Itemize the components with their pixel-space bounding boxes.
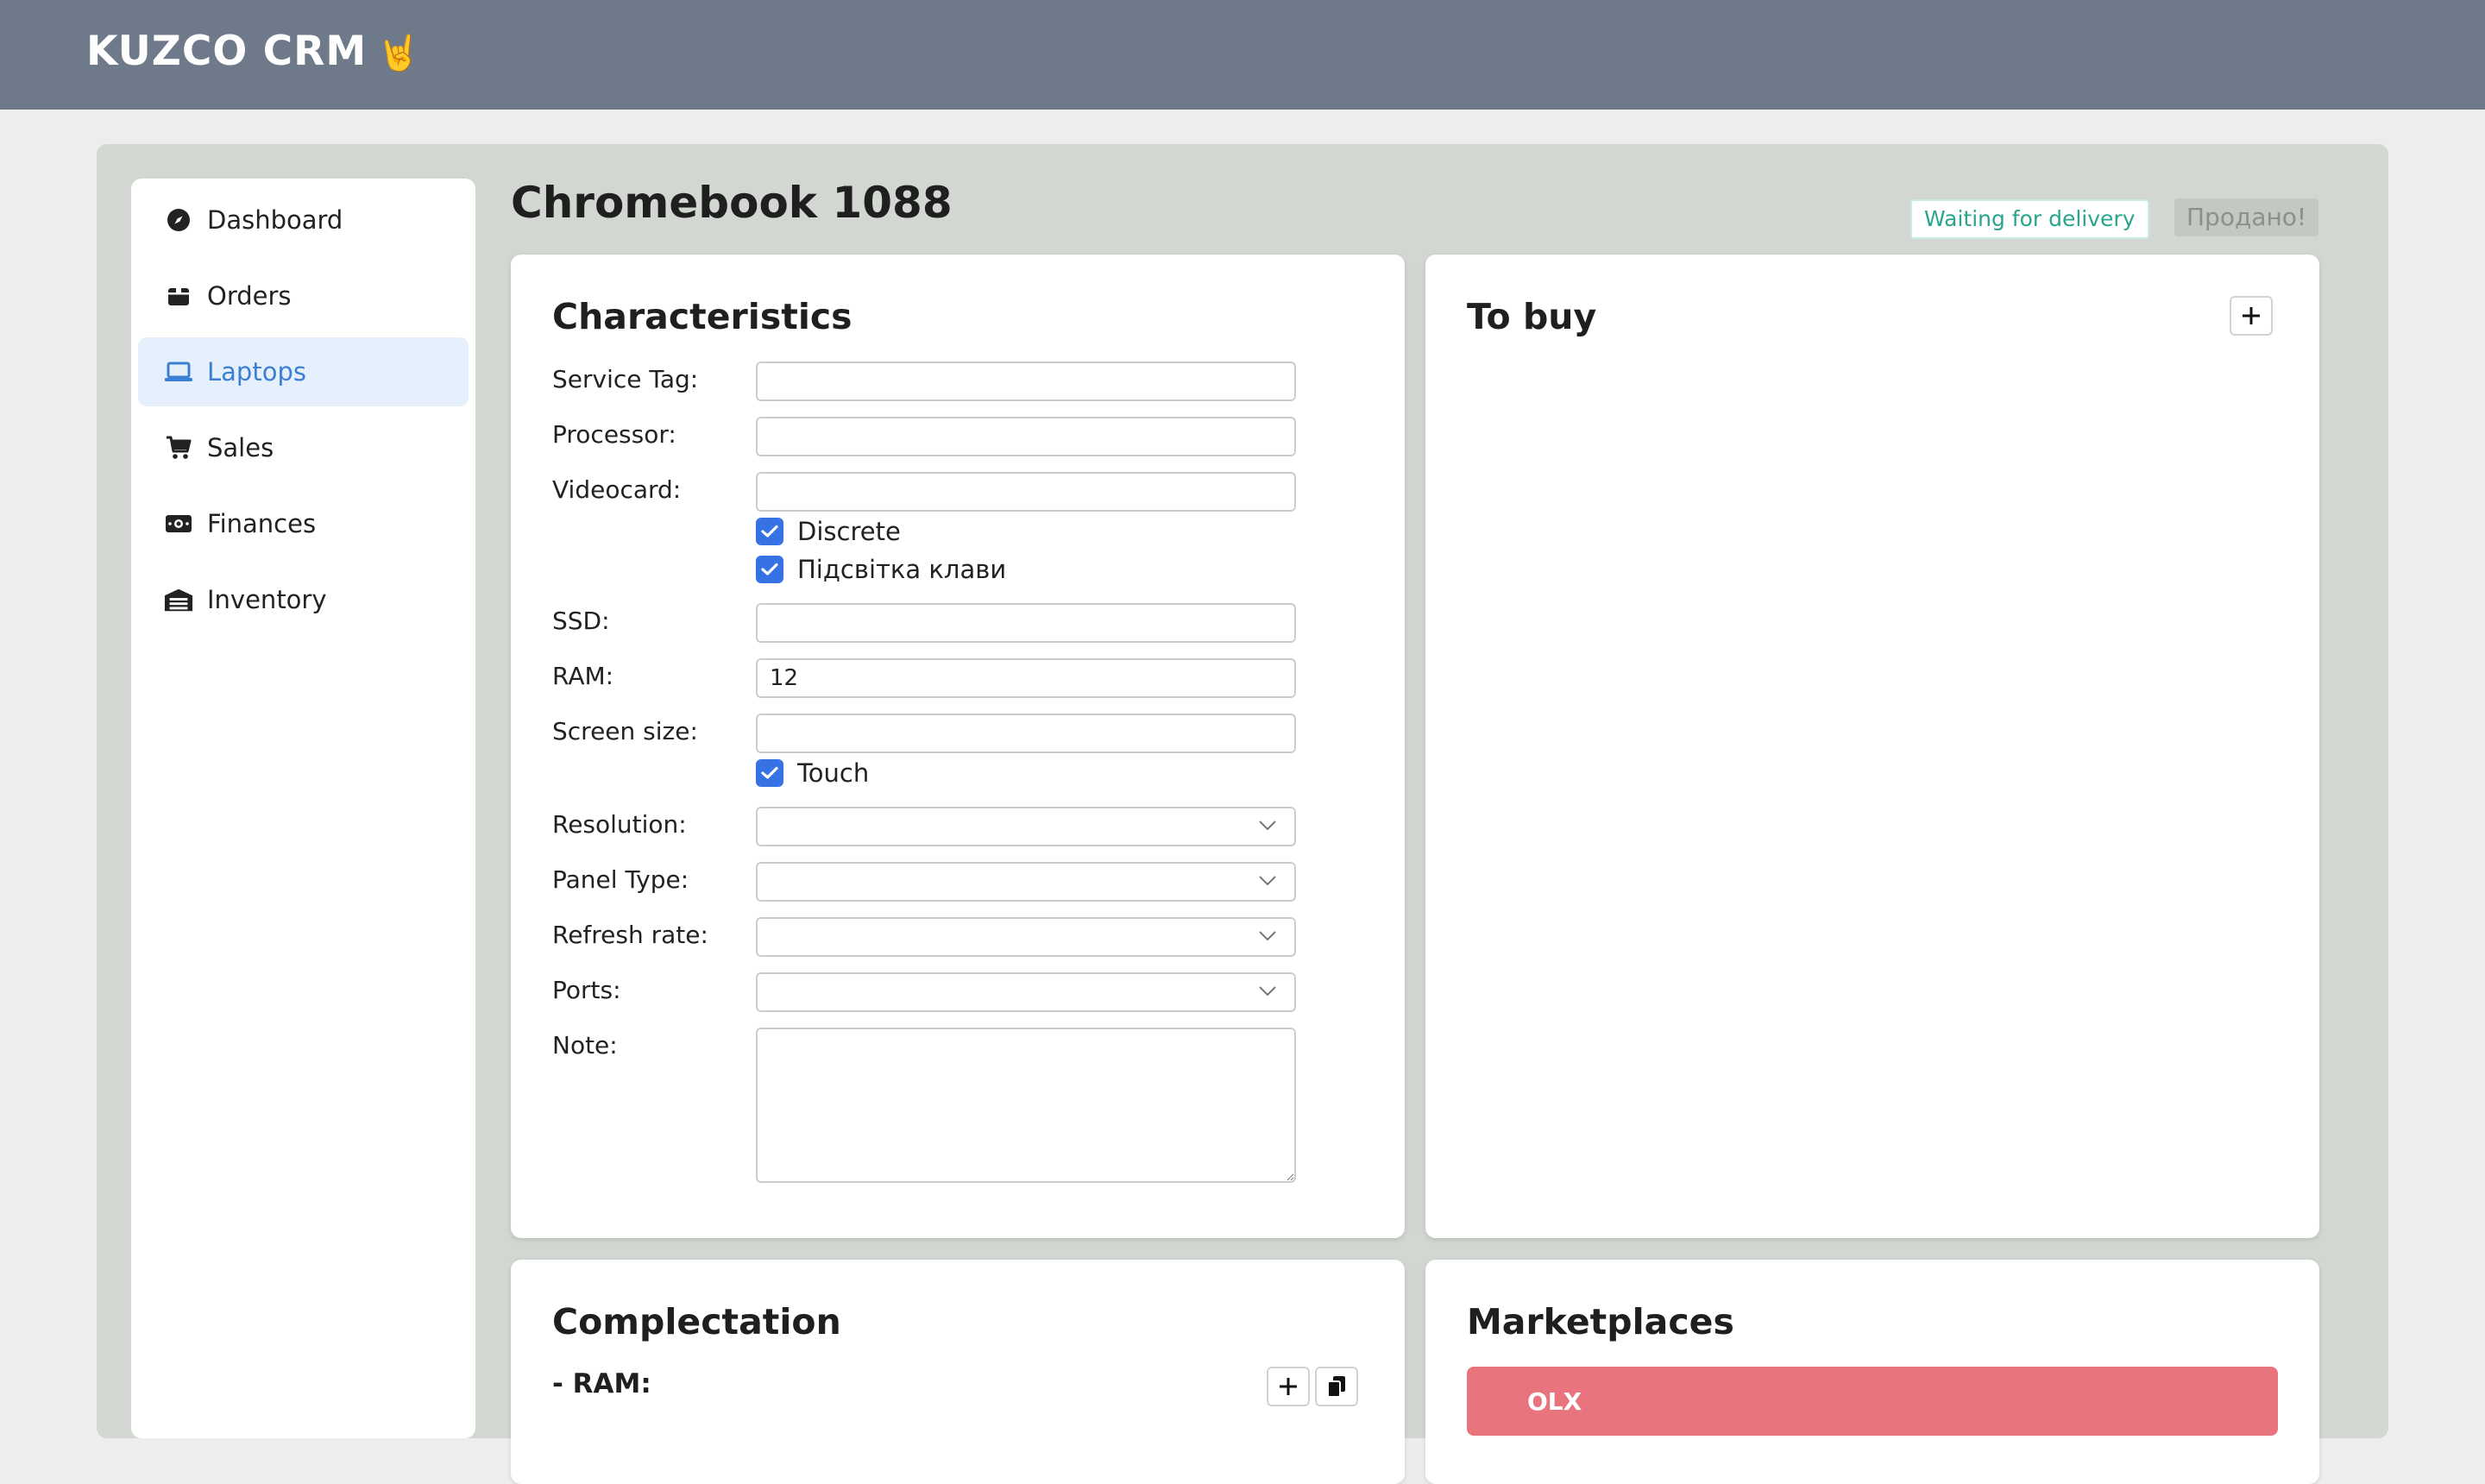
ssd-label: SSD: xyxy=(552,607,610,635)
note-label: Note: xyxy=(552,1031,618,1060)
to-buy-card: To buy xyxy=(1425,255,2319,1238)
sidebar-item-label: Laptops xyxy=(207,357,306,387)
sidebar-item-inventory[interactable]: Inventory xyxy=(138,565,469,634)
screen-size-label: Screen size: xyxy=(552,717,698,745)
add-ram-button[interactable] xyxy=(1267,1367,1310,1406)
to-buy-title: To buy xyxy=(1467,296,1597,337)
ram-input[interactable] xyxy=(756,658,1296,698)
backlight-label: Підсвітка клави xyxy=(797,555,1007,584)
plus-icon xyxy=(2243,307,2260,324)
panel-type-select[interactable] xyxy=(756,862,1296,902)
complectation-title: Complectation xyxy=(552,1301,841,1343)
checkmark-icon xyxy=(756,556,783,583)
characteristics-card: Characteristics Service Tag: Processor: … xyxy=(511,255,1405,1238)
screen-size-input[interactable] xyxy=(756,714,1296,753)
add-to-buy-button[interactable] xyxy=(2230,296,2273,336)
marketplaces-title: Marketplaces xyxy=(1467,1301,1734,1343)
processor-label: Processor: xyxy=(552,420,676,449)
sidebar-item-label: Orders xyxy=(207,281,292,311)
sidebar-item-label: Dashboard xyxy=(207,205,343,235)
discrete-label: Discrete xyxy=(797,517,901,546)
status-badge: Waiting for delivery xyxy=(1910,199,2149,239)
chevron-down-icon xyxy=(1258,874,1277,890)
sidebar-item-label: Inventory xyxy=(207,585,327,614)
videocard-input[interactable] xyxy=(756,472,1296,512)
discrete-checkbox[interactable]: Discrete xyxy=(756,517,901,546)
sidebar-item-label: Finances xyxy=(207,509,317,538)
plus-icon xyxy=(1280,1378,1297,1395)
backlight-checkbox[interactable]: Підсвітка клави xyxy=(756,555,1006,584)
ports-select[interactable] xyxy=(756,972,1296,1012)
rock-hand-icon: 🤘 xyxy=(377,34,421,73)
box-icon xyxy=(164,281,193,311)
refresh-rate-select[interactable] xyxy=(756,917,1296,957)
service-tag-input[interactable] xyxy=(756,362,1296,401)
sidebar-item-laptops[interactable]: Laptops xyxy=(138,337,469,406)
complectation-ram-label: - RAM: xyxy=(552,1368,651,1399)
marketplaces-card: Marketplaces OLX xyxy=(1425,1260,2319,1484)
cart-icon xyxy=(164,433,193,462)
brand-logo[interactable]: KUZCO CRM 🤘 xyxy=(86,28,421,75)
touch-checkbox[interactable]: Touch xyxy=(756,758,869,788)
checkmark-icon xyxy=(756,518,783,545)
laptop-icon xyxy=(164,357,193,387)
marketplace-label: OLX xyxy=(1527,1387,1582,1416)
sidebar: Dashboard Orders Laptops Sales Finances … xyxy=(131,179,475,1438)
copy-icon xyxy=(1327,1376,1345,1398)
sidebar-item-orders[interactable]: Orders xyxy=(138,261,469,330)
sidebar-item-dashboard[interactable]: Dashboard xyxy=(138,186,469,255)
checkmark-icon xyxy=(756,759,783,787)
processor-input[interactable] xyxy=(756,417,1296,456)
warehouse-icon xyxy=(164,585,193,614)
sold-button[interactable]: Продано! xyxy=(2174,198,2319,236)
money-icon xyxy=(164,509,193,538)
sidebar-item-sales[interactable]: Sales xyxy=(138,413,469,482)
marketplace-item[interactable]: OLX xyxy=(1467,1367,2278,1436)
ports-label: Ports: xyxy=(552,976,621,1004)
sidebar-item-label: Sales xyxy=(207,433,274,462)
refresh-rate-label: Refresh rate: xyxy=(552,921,708,949)
chevron-down-icon xyxy=(1258,819,1277,835)
chevron-down-icon xyxy=(1258,929,1277,946)
resolution-label: Resolution: xyxy=(552,810,687,839)
page-title: Chromebook 1088 xyxy=(511,178,953,228)
sidebar-item-finances[interactable]: Finances xyxy=(138,489,469,558)
ram-label: RAM: xyxy=(552,662,614,690)
resolution-select[interactable] xyxy=(756,807,1296,846)
service-tag-label: Service Tag: xyxy=(552,365,699,393)
note-textarea[interactable] xyxy=(756,1028,1296,1183)
copy-ram-button[interactable] xyxy=(1315,1367,1358,1406)
ssd-input[interactable] xyxy=(756,603,1296,643)
panel-type-label: Panel Type: xyxy=(552,865,689,894)
touch-label: Touch xyxy=(797,758,870,788)
videocard-label: Videocard: xyxy=(552,475,682,504)
chevron-down-icon xyxy=(1258,984,1277,1001)
brand-name: KUZCO CRM xyxy=(86,28,368,75)
top-bar: KUZCO CRM 🤘 xyxy=(0,0,2485,110)
characteristics-title: Characteristics xyxy=(552,296,852,337)
compass-icon xyxy=(164,205,193,235)
complectation-card: Complectation - RAM: xyxy=(511,1260,1405,1484)
